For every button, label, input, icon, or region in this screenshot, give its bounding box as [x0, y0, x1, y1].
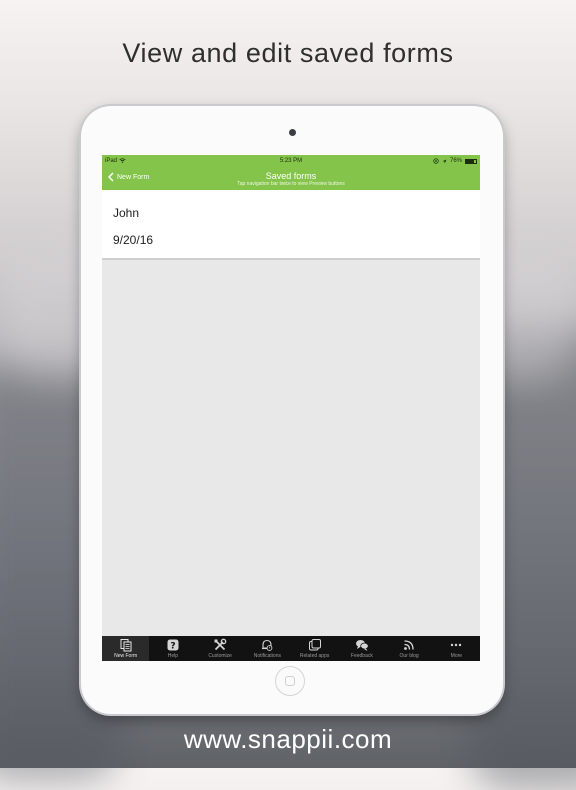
saved-form-name: John: [113, 206, 140, 220]
tab-related-apps[interactable]: Related apps: [291, 636, 338, 661]
tab-notifications[interactable]: Notifications: [244, 636, 291, 661]
tab-new-form[interactable]: New Form: [102, 636, 150, 661]
tab-our-blog[interactable]: Our blog: [386, 636, 433, 661]
home-button[interactable]: [275, 666, 305, 696]
tab-label: More: [450, 653, 463, 659]
new-form-icon: [120, 639, 132, 652]
home-button-square: [285, 676, 295, 686]
saved-forms-list: John 9/20/16: [102, 190, 480, 260]
lock-rotation-icon: [433, 158, 439, 164]
tab-label: Customize: [208, 653, 232, 659]
tablet-device: iPad 5:23 PM 76% New Form Saved forms Ta…: [81, 106, 503, 714]
saved-form-item[interactable]: John 9/20/16: [102, 190, 480, 260]
app-screen: iPad 5:23 PM 76% New Form Saved forms Ta…: [102, 155, 480, 661]
tab-label: Notifications: [253, 653, 281, 659]
battery-percent: 76%: [449, 158, 462, 164]
tab-feedback[interactable]: Feedback: [338, 636, 385, 661]
status-time: 5:23 PM: [279, 158, 303, 164]
website-url: www.snappii.com: [183, 724, 393, 754]
tab-label: Help: [167, 653, 179, 659]
tab-label: Related apps: [299, 653, 330, 659]
page-title: Saved forms: [265, 171, 317, 181]
page-subtitle: Tap navigation bar twice to view Preview…: [237, 181, 345, 187]
tab-customize[interactable]: Customize: [197, 636, 244, 661]
battery-icon: [465, 158, 477, 164]
feedback-icon: [355, 640, 369, 651]
tab-bar: New Form ? Help Customize Notifications …: [102, 636, 480, 661]
location-icon: [442, 159, 447, 163]
saved-form-date: 9/20/16: [113, 233, 154, 247]
tab-label: Our blog: [399, 653, 419, 659]
tab-more[interactable]: More: [433, 636, 480, 661]
status-right: 76%: [433, 158, 477, 164]
status-bar: iPad 5:23 PM 76%: [102, 155, 480, 167]
more-icon: [451, 643, 462, 647]
tools-icon: [214, 638, 227, 651]
camera-dot: [289, 129, 296, 136]
help-icon: ?: [167, 639, 179, 652]
rss-icon: [404, 640, 414, 650]
tab-label: New Form: [114, 653, 138, 659]
headline: View and edit saved forms: [122, 38, 454, 68]
notifications-icon: [262, 639, 273, 651]
tab-label: Feedback: [350, 653, 373, 659]
related-apps-icon: [308, 639, 321, 651]
navigation-bar[interactable]: New Form Saved forms Tap navigation bar …: [102, 167, 480, 190]
tab-help[interactable]: ? Help: [149, 636, 196, 661]
svg-text:?: ?: [170, 642, 175, 652]
